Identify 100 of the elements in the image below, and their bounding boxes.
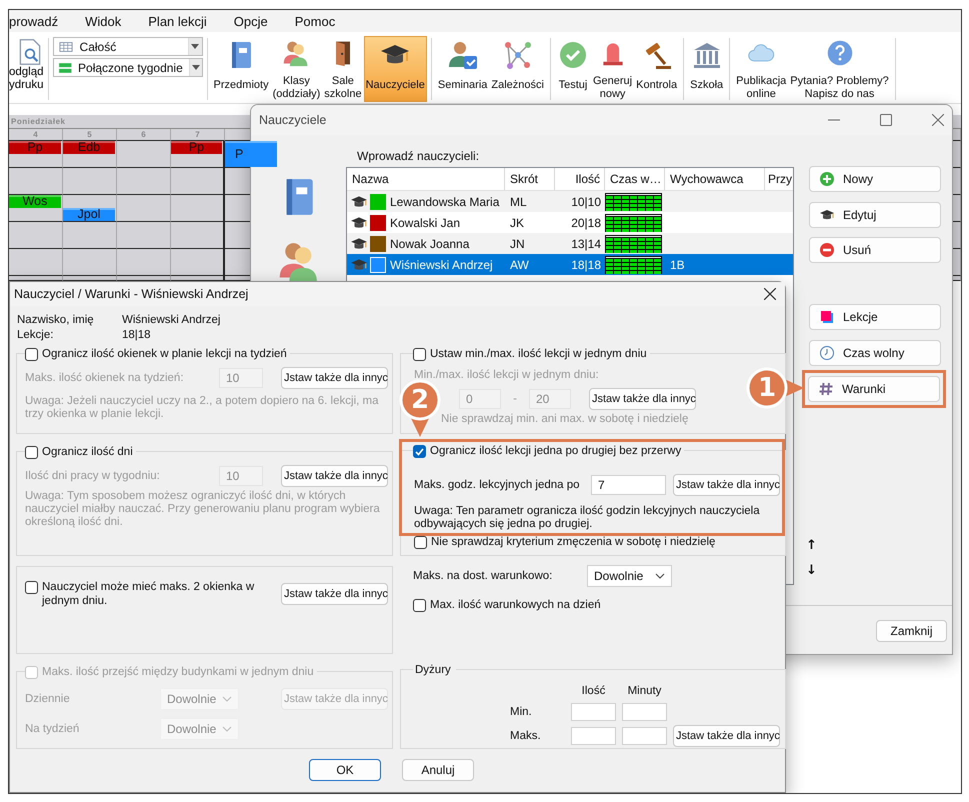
timetable-cell[interactable] [117, 141, 171, 168]
action-button[interactable]: Czas wolny [809, 340, 941, 366]
toolbar-button[interactable]: Klasy (oddziały) [270, 36, 322, 102]
toolbar-button[interactable]: Przedmioty [212, 36, 271, 102]
table-row[interactable]: Kowalski Jan JK 20|18 [347, 212, 793, 233]
input-field[interactable] [571, 727, 616, 745]
timetable-cell[interactable] [171, 249, 225, 276]
table-cell-text: 10|10 [570, 194, 602, 208]
menu-item[interactable]: Plan lekcji [148, 14, 207, 28]
timetable-cell[interactable] [117, 249, 171, 276]
toolbar-button[interactable]: Kontrola [634, 36, 680, 102]
column-header: 4 [9, 129, 63, 141]
print-preview-button[interactable]: odgląd ydruku [9, 38, 44, 92]
toolbar-button[interactable]: Pytania? Problemy? Napisz do nas [788, 36, 891, 102]
column-header[interactable]: Ilość [555, 168, 605, 190]
column-header[interactable]: Czas w… [605, 168, 665, 190]
checkbox-label[interactable]: Nauczyciel może mieć maks. 2 okienka w jednym dniu. [42, 580, 281, 608]
toolbar-button[interactable]: Publikacja online [734, 36, 788, 102]
toolbar-button[interactable]: Testuj [554, 36, 591, 102]
toolbar-button[interactable]: Seminaria [436, 36, 490, 102]
input-field[interactable] [622, 727, 667, 745]
dialog-button[interactable]: Anuluj [402, 759, 474, 781]
timetable-cell[interactable] [63, 249, 117, 276]
action-button[interactable]: Usuń [809, 237, 941, 263]
field-label: Na tydzień [25, 723, 80, 735]
timetable-cell[interactable] [63, 222, 117, 249]
checkbox[interactable] [413, 348, 426, 361]
table-row[interactable]: Nowak Joanna JN 13|14 [347, 233, 793, 254]
table-row[interactable]: Wiśniewski Andrzej AW 18|18 1B [347, 254, 793, 275]
note-text: Uwaga: Ten parametr ogranicza ilość godzin lekcyjnych nauczyciela odbywających się jedna po drugiej. [414, 505, 761, 531]
table-row[interactable]: Lewandowska Maria ML 10|10 [347, 191, 793, 212]
action-button[interactable]: Nowy [809, 166, 941, 192]
input-field[interactable]: 7 [591, 475, 666, 495]
table-cell-text: 18|18 [570, 258, 602, 272]
input-field[interactable] [622, 703, 667, 721]
toolbar-button[interactable]: Nauczyciele [364, 36, 427, 102]
timetable-cell[interactable]: Wos [9, 195, 63, 222]
menu-item[interactable]: Widok [85, 14, 122, 28]
hash-icon [818, 381, 834, 397]
action-button[interactable]: Warunki [808, 376, 940, 402]
timetable-cell[interactable] [171, 276, 225, 281]
close-button[interactable]: Zamknij [876, 620, 947, 642]
menu-item[interactable]: Pomoc [294, 14, 336, 28]
timetable-cell[interactable] [9, 276, 63, 281]
timetable-cell[interactable] [9, 222, 63, 249]
arrow-button[interactable]: ↓ [806, 563, 817, 579]
toolbar-button[interactable]: Sale szkolne [322, 36, 364, 102]
checkbox-label[interactable]: Ogranicz ilość lekcji jedna po drugiej bez przerwy [430, 444, 682, 458]
timetable-cell[interactable] [171, 195, 225, 222]
column-header[interactable]: Przy [765, 168, 793, 190]
checkbox-label[interactable]: Max. ilość warunkowych na dzień [430, 598, 601, 612]
timetable-cell[interactable] [63, 168, 117, 195]
checkbox[interactable] [414, 536, 427, 549]
checkbox-label[interactable]: Ogranicz ilość okienek w planie lekcji na tydzień [42, 347, 287, 361]
chevron-icon [222, 696, 232, 702]
checkbox[interactable] [413, 445, 426, 458]
timetable-cell[interactable] [117, 195, 171, 222]
checkbox[interactable] [25, 446, 38, 459]
maximize-icon[interactable] [880, 114, 892, 126]
timetable-cell[interactable]: Jpol [63, 195, 117, 222]
column-header[interactable]: Wychowawca [665, 168, 765, 190]
timetable-cell[interactable] [171, 168, 225, 195]
table-cell-text: JK [509, 216, 526, 230]
dropdown[interactable]: Dowolnie [587, 565, 672, 587]
apply-to-others-button[interactable]: Jstaw także dla innyc [673, 474, 780, 496]
action-button[interactable]: Edytuj [809, 202, 941, 228]
availability-grid [605, 192, 662, 210]
column-header[interactable]: Nazwa [347, 168, 505, 190]
toolbar-button[interactable]: Generuj nowy [590, 36, 634, 102]
timetable-cell[interactable] [117, 168, 171, 195]
note-text: Uwaga: Jeżeli nauczyciel uczy na 2., a potem dopiero na 6. lekcji, ma trzy okienka w planie lekcji. [25, 395, 380, 421]
timetable-cell[interactable] [9, 249, 63, 276]
menu-item[interactable]: Opcje [234, 14, 268, 28]
checkbox[interactable] [25, 581, 38, 594]
menu-item[interactable]: prowadź [9, 14, 58, 28]
timetable-cell[interactable] [117, 276, 171, 281]
apply-to-others-button[interactable]: Jstaw także dla innyc [281, 583, 388, 605]
timetable-cell[interactable] [63, 276, 117, 281]
timetable-cell[interactable] [171, 222, 225, 249]
view-dropdown[interactable]: Połączone tygodnie [52, 58, 203, 77]
apply-to-others-button[interactable]: Jstaw także dla innyc [673, 725, 780, 747]
lesson-block[interactable]: Jpol [63, 208, 115, 221]
checkbox[interactable] [413, 599, 426, 612]
input-field[interactable] [571, 703, 616, 721]
checkbox-label[interactable]: Nie sprawdzaj kryterium zmęczenia w sobotę i niedzielę [431, 535, 716, 549]
column-header[interactable]: Skrót [505, 168, 555, 190]
arrow-button[interactable]: ↑ [806, 538, 817, 554]
checkbox-label[interactable]: Ustaw min./max. ilość lekcji w jednym dniu [430, 347, 647, 361]
timetable-cell[interactable] [117, 222, 171, 249]
close-icon[interactable] [764, 288, 776, 300]
checkbox[interactable] [25, 348, 38, 361]
toolbar-button[interactable]: Zależności [489, 36, 546, 102]
action-button[interactable]: Lekcje [809, 304, 941, 330]
chevron-icon [222, 726, 232, 732]
dialog-button[interactable]: OK [309, 759, 381, 781]
close-icon[interactable] [932, 114, 944, 126]
toolbar-button[interactable]: Szkoła [688, 36, 726, 102]
view-dropdown[interactable]: Całość [52, 37, 203, 56]
timetable-cell[interactable] [9, 168, 63, 195]
lesson-block[interactable]: Wos [9, 195, 61, 208]
